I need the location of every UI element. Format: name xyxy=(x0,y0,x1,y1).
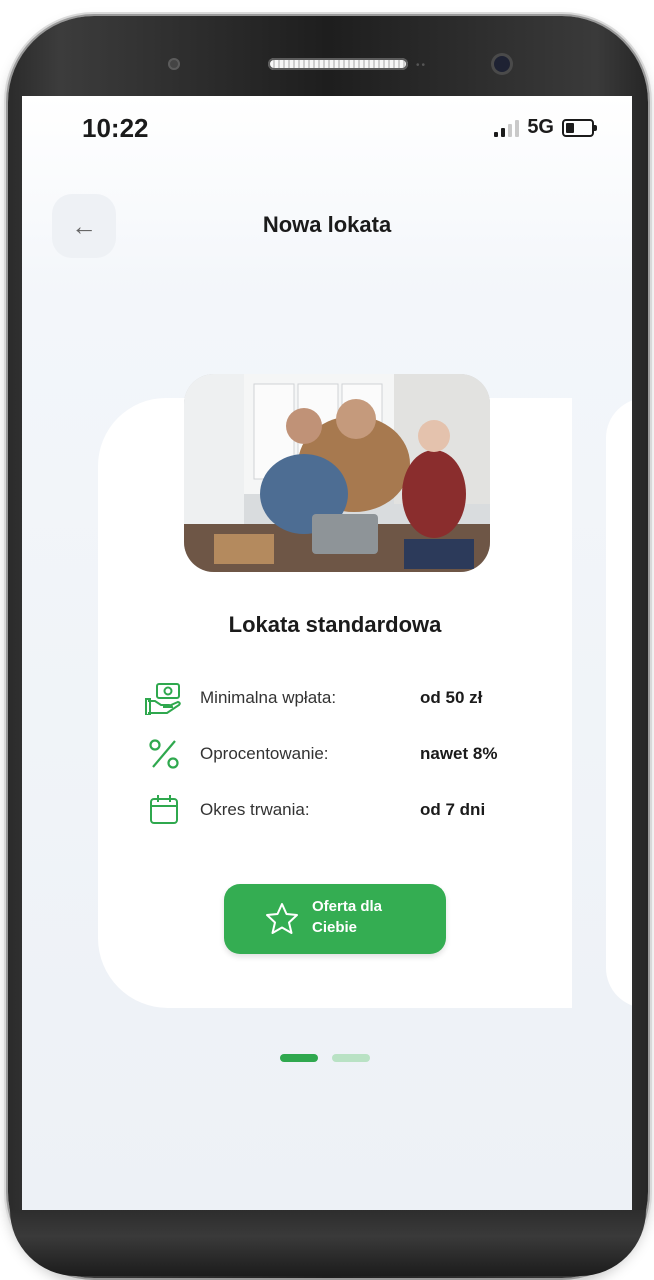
battery-icon xyxy=(562,118,597,137)
pagination-dot-active[interactable] xyxy=(280,1054,318,1062)
percent-icon xyxy=(144,734,184,774)
feature-duration: Okres trwania: od 7 dni xyxy=(144,790,524,830)
family-photo xyxy=(184,374,490,572)
card-title: Lokata standardowa xyxy=(228,612,442,637)
feature-value: od 7 dni xyxy=(420,800,486,819)
feature-label: Okres trwania: xyxy=(200,800,310,819)
feature-interest-rate: Oprocentowanie: nawet 8% xyxy=(144,734,524,774)
status-time: 10:22 xyxy=(82,113,149,143)
feature-value: nawet 8% xyxy=(420,744,498,763)
calendar-icon xyxy=(144,790,184,830)
pagination-dot[interactable] xyxy=(332,1054,370,1062)
feature-label: Minimalna wpłata: xyxy=(200,688,337,707)
signal-icon xyxy=(494,119,520,137)
family-photo-illustration xyxy=(184,374,490,572)
front-camera xyxy=(494,56,510,72)
money-hand-icon xyxy=(144,678,184,718)
feature-label: Oprocentowanie: xyxy=(200,744,329,763)
proximity-sensor xyxy=(168,58,180,70)
earpiece-speaker xyxy=(268,58,408,70)
offer-button-label: Oferta dla Ciebie xyxy=(312,898,383,936)
network-type: 5G xyxy=(527,116,554,138)
feature-min-deposit: Minimalna wpłata: od 50 zł xyxy=(144,678,524,718)
feature-value: od 50 zł xyxy=(420,688,483,707)
app-screen: 10:22 5G ← Nowa lokata Lokata standardow… xyxy=(22,96,632,1210)
star-icon xyxy=(266,903,298,934)
speaker-dots: •• xyxy=(416,60,428,71)
carousel-pagination xyxy=(280,1054,370,1062)
page-title: Nowa lokata xyxy=(262,212,392,237)
offer-for-you-button[interactable]: Oferta dla Ciebie xyxy=(224,884,446,954)
next-offer-card[interactable] xyxy=(606,398,632,1008)
status-indicators: 5G xyxy=(494,116,597,139)
phone-bottom-bezel xyxy=(10,1210,646,1276)
